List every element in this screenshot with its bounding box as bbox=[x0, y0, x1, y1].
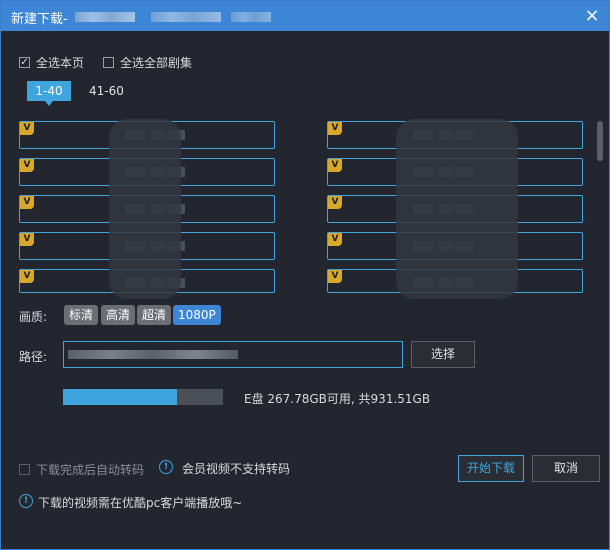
tab-1-40[interactable]: 1-40 bbox=[27, 81, 71, 106]
vip-badge-icon: V bbox=[20, 159, 34, 172]
redaction-overlay bbox=[396, 119, 518, 299]
download-dialog: 新建下载- × ✓ 全选本页 全选全部剧集 1-40 41-60 V V V V V V V… bbox=[0, 0, 610, 550]
quality-sd-button[interactable]: 标清 bbox=[64, 305, 99, 325]
select-all-label: 全选全部剧集 bbox=[120, 56, 193, 70]
start-download-button[interactable]: 开始下载 bbox=[458, 455, 524, 482]
vip-badge-icon: V bbox=[328, 196, 342, 209]
browse-button[interactable]: 选择 bbox=[411, 341, 475, 368]
disk-usage-fill bbox=[63, 389, 177, 405]
vip-badge-icon: V bbox=[328, 159, 342, 172]
disk-usage-bar bbox=[63, 389, 223, 405]
episode-scrollbar[interactable] bbox=[597, 121, 603, 161]
path-redacted-value bbox=[68, 350, 238, 359]
auto-transcode-checkbox[interactable]: 下载完成后自动转码 bbox=[19, 461, 144, 478]
auto-transcode-label: 下载完成后自动转码 bbox=[36, 463, 145, 477]
quality-hd-button[interactable]: 高清 bbox=[101, 305, 136, 325]
quality-1080p-button[interactable]: 1080P bbox=[173, 305, 221, 325]
path-label: 路径: bbox=[19, 350, 48, 364]
disk-space-text: E盘 267.78GB可用, 共931.51GB bbox=[244, 392, 431, 406]
vip-badge-icon: V bbox=[20, 233, 34, 246]
title-redacted-text bbox=[231, 12, 271, 22]
vip-badge-icon: V bbox=[328, 122, 342, 135]
vip-badge-icon: V bbox=[20, 270, 34, 283]
title-bar: 新建下载- × bbox=[1, 1, 609, 31]
quality-label: 画质: bbox=[19, 310, 48, 324]
info-icon: ! bbox=[19, 494, 33, 508]
vip-badge-icon: V bbox=[328, 233, 342, 246]
vip-transcode-note: 会员视频不支持转码 bbox=[182, 462, 291, 476]
checkbox-checked-icon: ✓ bbox=[19, 56, 30, 68]
tab-41-60[interactable]: 41-60 bbox=[89, 81, 124, 101]
title-redacted-text bbox=[151, 12, 221, 22]
checkbox-unchecked-icon bbox=[103, 57, 114, 68]
path-input[interactable] bbox=[63, 341, 403, 368]
checkbox-unchecked-icon bbox=[19, 464, 30, 475]
title-redacted-text bbox=[75, 12, 135, 22]
select-page-checkbox[interactable]: ✓ 全选本页 bbox=[19, 54, 84, 71]
cancel-button[interactable]: 取消 bbox=[532, 455, 600, 482]
vip-badge-icon: V bbox=[328, 270, 342, 283]
vip-badge-icon: V bbox=[20, 196, 34, 209]
quality-shd-button[interactable]: 超清 bbox=[137, 305, 172, 325]
window-title: 新建下载- bbox=[11, 12, 68, 27]
select-all-checkbox[interactable]: 全选全部剧集 bbox=[103, 54, 192, 71]
vip-badge-icon: V bbox=[20, 122, 34, 135]
footer-note: 下载的视频需在优酷pc客户端播放哦~ bbox=[38, 496, 243, 510]
redaction-overlay bbox=[109, 119, 181, 299]
close-icon[interactable]: × bbox=[581, 5, 603, 27]
info-icon: ! bbox=[159, 460, 173, 474]
select-page-label: 全选本页 bbox=[36, 56, 85, 70]
